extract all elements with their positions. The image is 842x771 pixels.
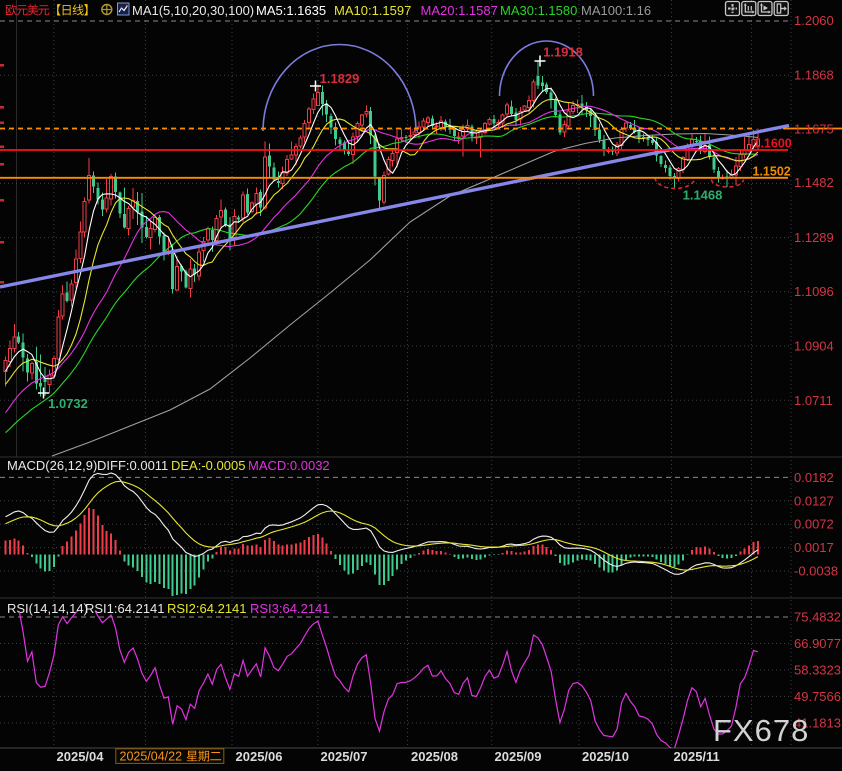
svg-text:MA20:1.1587: MA20:1.1587 [421,3,498,18]
svg-text:1.1289: 1.1289 [794,230,834,245]
svg-text:2025/09: 2025/09 [495,749,542,764]
svg-text:0.0127: 0.0127 [794,493,834,508]
svg-text:2025/10: 2025/10 [582,749,629,764]
svg-text:MA30:1.1580: MA30:1.1580 [500,3,577,18]
svg-text:1.0711: 1.0711 [794,393,833,408]
svg-text:2025/04: 2025/04 [57,749,105,764]
svg-text:FX678: FX678 [713,713,809,748]
svg-text:RSI(14,14,14): RSI(14,14,14) [7,601,88,616]
svg-text:1.1868: 1.1868 [794,67,834,82]
svg-text:2025/08: 2025/08 [411,749,458,764]
svg-text:2025/11: 2025/11 [674,749,720,764]
svg-text:1.1502: 1.1502 [753,164,791,178]
svg-text:0.0182: 0.0182 [794,470,834,485]
svg-text:MA1(5,10,20,30,100): MA1(5,10,20,30,100) [132,3,254,18]
svg-text:DEA:-0.0005: DEA:-0.0005 [171,458,245,473]
svg-text:2025/07: 2025/07 [321,749,368,764]
svg-text:1.0904: 1.0904 [794,338,834,353]
svg-text:75.4832: 75.4832 [794,610,841,625]
svg-text:MA10:1.1597: MA10:1.1597 [334,3,411,18]
svg-text:1.1096: 1.1096 [794,284,834,299]
svg-text:1.2060: 1.2060 [794,13,834,28]
svg-text:2025/06: 2025/06 [236,749,283,764]
svg-text:RSI2:64.2141: RSI2:64.2141 [167,601,247,616]
svg-text:1.1675: 1.1675 [794,122,834,137]
svg-text:0.0017: 0.0017 [794,540,834,555]
svg-text:1.1829: 1.1829 [320,71,360,86]
svg-text:MA100:1.16: MA100:1.16 [581,3,651,18]
svg-text:1.1482: 1.1482 [794,175,834,190]
svg-text:-0.0038: -0.0038 [794,564,838,579]
svg-text:49.7566: 49.7566 [794,689,841,704]
svg-text:DIFF:0.0011: DIFF:0.0011 [97,458,168,473]
svg-text:1.1918: 1.1918 [543,45,583,60]
svg-text:MACD(26,12,9): MACD(26,12,9) [7,458,97,473]
svg-text:1.0732: 1.0732 [48,396,88,411]
svg-text:1.1600: 1.1600 [754,137,792,151]
svg-text:MACD:0.0032: MACD:0.0032 [248,458,330,473]
svg-text:RSI3:64.2141: RSI3:64.2141 [250,601,330,616]
svg-text:2025/04/22: 2025/04/22 [120,750,183,764]
svg-text:MA5:1.1635: MA5:1.1635 [256,3,326,18]
svg-text:66.9077: 66.9077 [794,636,841,651]
svg-text:0.0072: 0.0072 [794,517,834,532]
svg-text:1.1468: 1.1468 [683,188,723,203]
svg-text:58.3323: 58.3323 [794,663,841,678]
